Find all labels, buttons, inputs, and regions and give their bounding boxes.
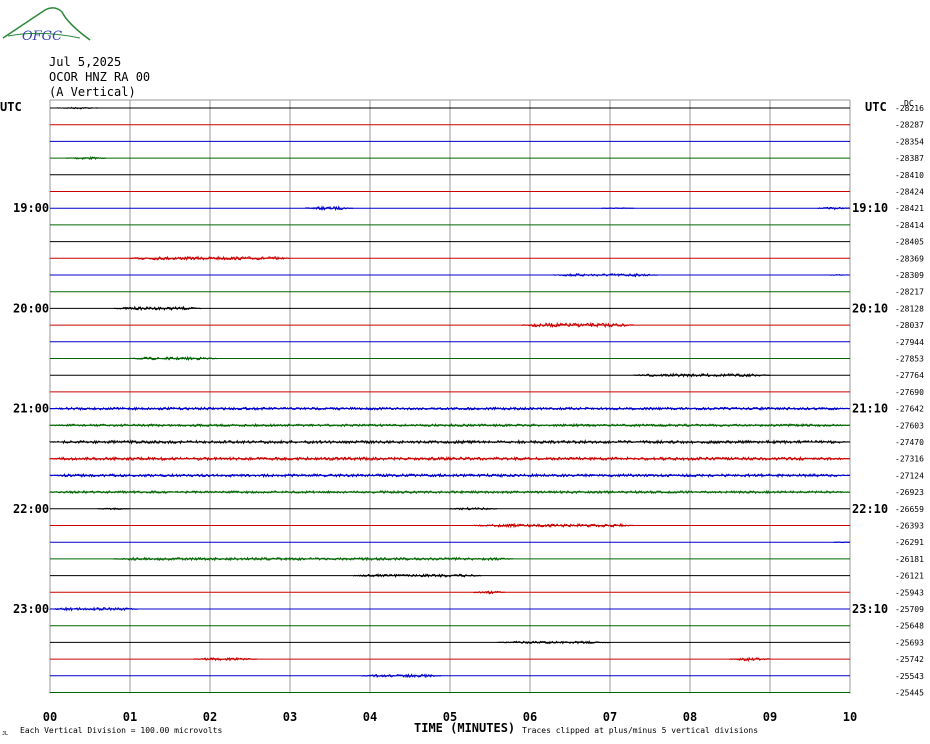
x-tick-label: 06 (523, 710, 537, 724)
dc-offset-label: -28354 (895, 137, 924, 146)
utc-left-label: UTC (0, 100, 22, 114)
clip-note: Traces clipped at plus/minus 5 vertical … (522, 726, 758, 735)
x-tick-label: 10 (843, 710, 857, 724)
station-label: OCOR HNZ RA 00 (49, 70, 150, 84)
grid (49, 99, 851, 694)
dc-offset-label: -27603 (895, 421, 924, 430)
utc-right-label: UTC (865, 100, 887, 114)
dc-offset-label: -25709 (895, 605, 924, 614)
x-tick-label: 00 (43, 710, 57, 724)
dc-offset-label: -28424 (895, 188, 924, 197)
component-label: (A Vertical) (49, 85, 136, 99)
dc-offset-label: -28128 (895, 304, 924, 313)
dc-offset-label: -27944 (895, 338, 924, 347)
dc-offset-label: -25543 (895, 672, 924, 681)
trace-activity-34-0 (361, 673, 442, 679)
dc-offset-label: -25742 (895, 655, 924, 664)
dc-offset-label: -28369 (895, 254, 924, 263)
dc-offset-label: -28037 (895, 321, 924, 330)
left-hour-label: 23:00 (13, 602, 49, 616)
logo: OFGC (2, 7, 91, 44)
scale-note: Each Vertical Division = 100.00 microvol… (20, 726, 222, 735)
logo-text: OFGC (22, 29, 62, 44)
right-hour-label: 19:10 (852, 201, 888, 215)
left-hour-label: 22:00 (13, 502, 49, 516)
x-tick-label: 03 (283, 710, 297, 724)
dc-offset-label: -26659 (895, 505, 924, 514)
dc-offset-label: -28287 (895, 121, 924, 130)
dc-offset-label: -28387 (895, 154, 924, 163)
x-tick-label: 09 (763, 710, 777, 724)
dc-offset-label: -27690 (895, 388, 924, 397)
right-hour-label: 20:10 (852, 301, 888, 315)
seismogram-plot: OFGC Jul 5,2025 OCOR HNZ RA 00 (A Vertic… (0, 7, 924, 737)
dc-offset-label: -28217 (895, 288, 924, 297)
dc-offset-label: -27316 (895, 455, 924, 464)
dc-offset-label: -27470 (895, 438, 924, 447)
dc-offset-label: -26393 (895, 522, 924, 531)
trace-activity-6-0 (305, 205, 354, 212)
trace-activity-28-0 (353, 573, 482, 579)
trace-activity-10-1 (825, 274, 850, 276)
dc-offset-label: -27764 (895, 371, 924, 380)
trace-activity-15-0 (129, 355, 218, 361)
corner-mark: JL (2, 731, 8, 737)
dc-offset-label: -25648 (895, 622, 924, 631)
dc-offset-label: -26121 (895, 572, 924, 581)
trace-activity-6-1 (601, 207, 634, 210)
dc-offset-label: -28309 (895, 271, 924, 280)
trace-activity-3-0 (65, 155, 107, 161)
dc-offset-label: -28421 (895, 204, 924, 213)
right-hour-label: 23:10 (852, 602, 888, 616)
dc-offset-labels: -28216 -28287 -28354 -28387 -28410 -28424 -284… (895, 104, 924, 698)
dc-offset-label: -26181 (895, 555, 924, 564)
dc-offset-label: -27124 (895, 471, 924, 480)
x-tick-label: 02 (203, 710, 217, 724)
x-tick-label: 08 (683, 710, 697, 724)
left-hour-label: 19:00 (13, 201, 49, 215)
dc-offset-label: -28216 (895, 104, 924, 113)
x-tick-label: 01 (123, 710, 137, 724)
x-tick-label: 04 (363, 710, 377, 724)
trace-activity-26-0 (833, 541, 851, 544)
dc-offset-label: -26923 (895, 488, 924, 497)
trace-activity-33-1 (729, 656, 770, 663)
dc-offset-label: -28405 (895, 238, 924, 247)
dc-offset-label: -27642 (895, 405, 924, 414)
trace-activity-30-0 (49, 606, 139, 612)
right-hour-labels: 19:10 20:10 21:10 22:10 23:10 (852, 201, 888, 616)
left-hour-label: 20:00 (13, 301, 49, 315)
dc-offset-label: -25943 (895, 588, 924, 597)
trace-activity-33-0 (193, 656, 258, 662)
dc-offset-label: -25693 (895, 638, 924, 647)
x-axis-label: TIME (MINUTES) (414, 721, 515, 735)
left-hour-label: 21:00 (13, 402, 49, 416)
left-hour-labels: 19:00 20:00 21:00 22:00 23:00 (13, 201, 49, 616)
right-hour-label: 22:10 (852, 502, 888, 516)
dc-offset-label: -28414 (895, 221, 924, 230)
dc-offset-label: -26291 (895, 538, 924, 547)
right-hour-label: 21:10 (852, 402, 888, 416)
trace-activity-24-1 (449, 506, 498, 511)
trace-activity-10-0 (553, 272, 659, 278)
dc-offset-label: -25445 (895, 689, 924, 698)
dc-offset-label: -28410 (895, 171, 924, 180)
dc-offset-label: -27853 (895, 355, 924, 364)
x-tick-label: 07 (603, 710, 617, 724)
date-label: Jul 5,2025 (49, 55, 121, 69)
